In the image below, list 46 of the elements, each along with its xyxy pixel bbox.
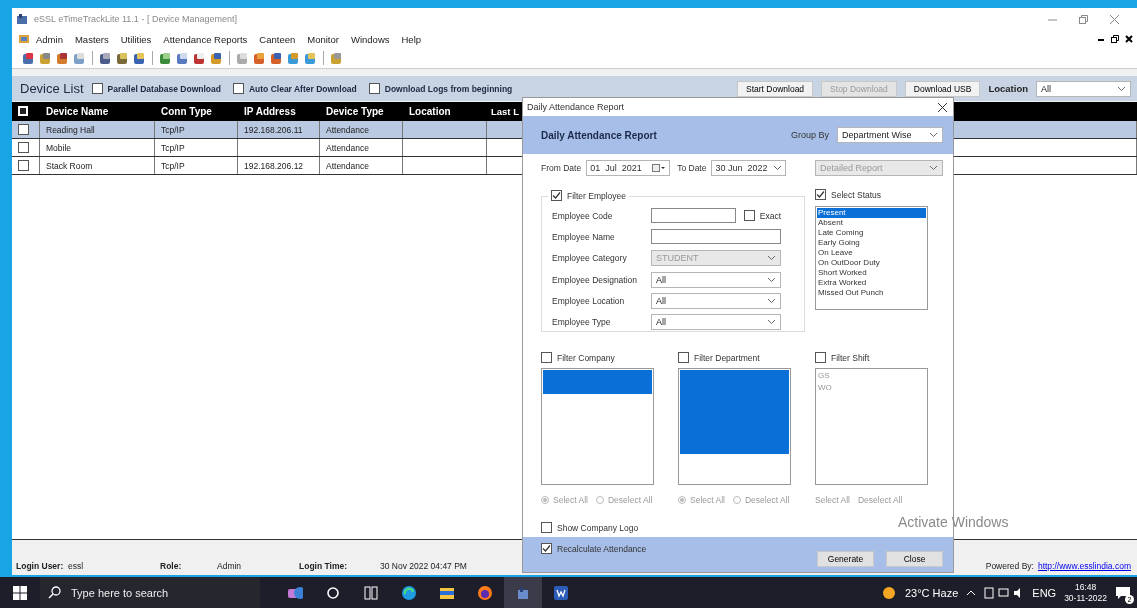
table-cell: Reading Hall [40,121,155,138]
field-label: Employee Type [552,317,612,328]
clock-time: 16:48 [1074,581,1097,593]
status-label: Login User: [16,561,65,571]
table-cell: Tcp/IP [155,139,238,156]
status-value: Admin [217,561,242,571]
table-cell: Tcp/IP [155,157,238,174]
device-list-title: Device List [20,81,84,96]
report-heading: Daily Attendance Report [541,129,657,141]
option-label: Parallel Database Download [107,83,221,94]
group-by-label: Group By [790,130,829,140]
field-label: Employee Code [552,210,614,221]
field-label: Employee Name [552,232,616,242]
status-value: 30 Nov 2022 04:47 PM [380,561,467,571]
field-label: Employee Category [552,253,628,264]
weather-text: 23°C Haze [904,586,959,599]
table-cell: Attendance [320,121,403,138]
checkbox-label: Filter Shift [831,352,870,363]
field-label: Employee Location [552,295,626,306]
checkbox-label: Select Status [831,189,882,200]
filter-label: Filter Employee [567,190,627,201]
table-cell: Tcp/IP [155,121,238,138]
location-label: Location [988,83,1028,94]
powered-by-label: Powered By: [985,561,1034,571]
dialog-title: Daily Attendance Report [527,102,625,112]
table-cell: Attendance [320,139,403,156]
checkbox-label: Filter Department [694,352,760,363]
checkbox-label: Filter Company [557,352,615,363]
option-label: Auto Clear After Download [248,83,357,94]
clock-date: 30-11-2022 [1064,592,1107,604]
field-label: Employee Designation [552,274,639,285]
table-cell: Mobile [40,139,155,156]
checkbox-label: Exact [759,210,781,221]
checkbox-label: Show Company Logo [557,522,639,533]
window-title: eSSL eTimeTrackLite 11.1 - [ Device Management] [34,14,237,24]
to-date-label: To Date [677,163,707,173]
status-value: essl [68,561,84,571]
status-label: Role: [160,561,183,571]
from-date-label: From Date [541,163,582,173]
table-cell: 192.168.206.11 [238,121,320,138]
checkbox-label: Recalculate Attendance [557,543,647,554]
table-cell: 192.168.206.12 [238,157,320,174]
option-label: Download Logs from beginning [384,83,513,94]
table-cell: Stack Room [40,157,155,174]
table-cell: Attendance [320,157,403,174]
status-label: Login Time: [299,561,348,571]
